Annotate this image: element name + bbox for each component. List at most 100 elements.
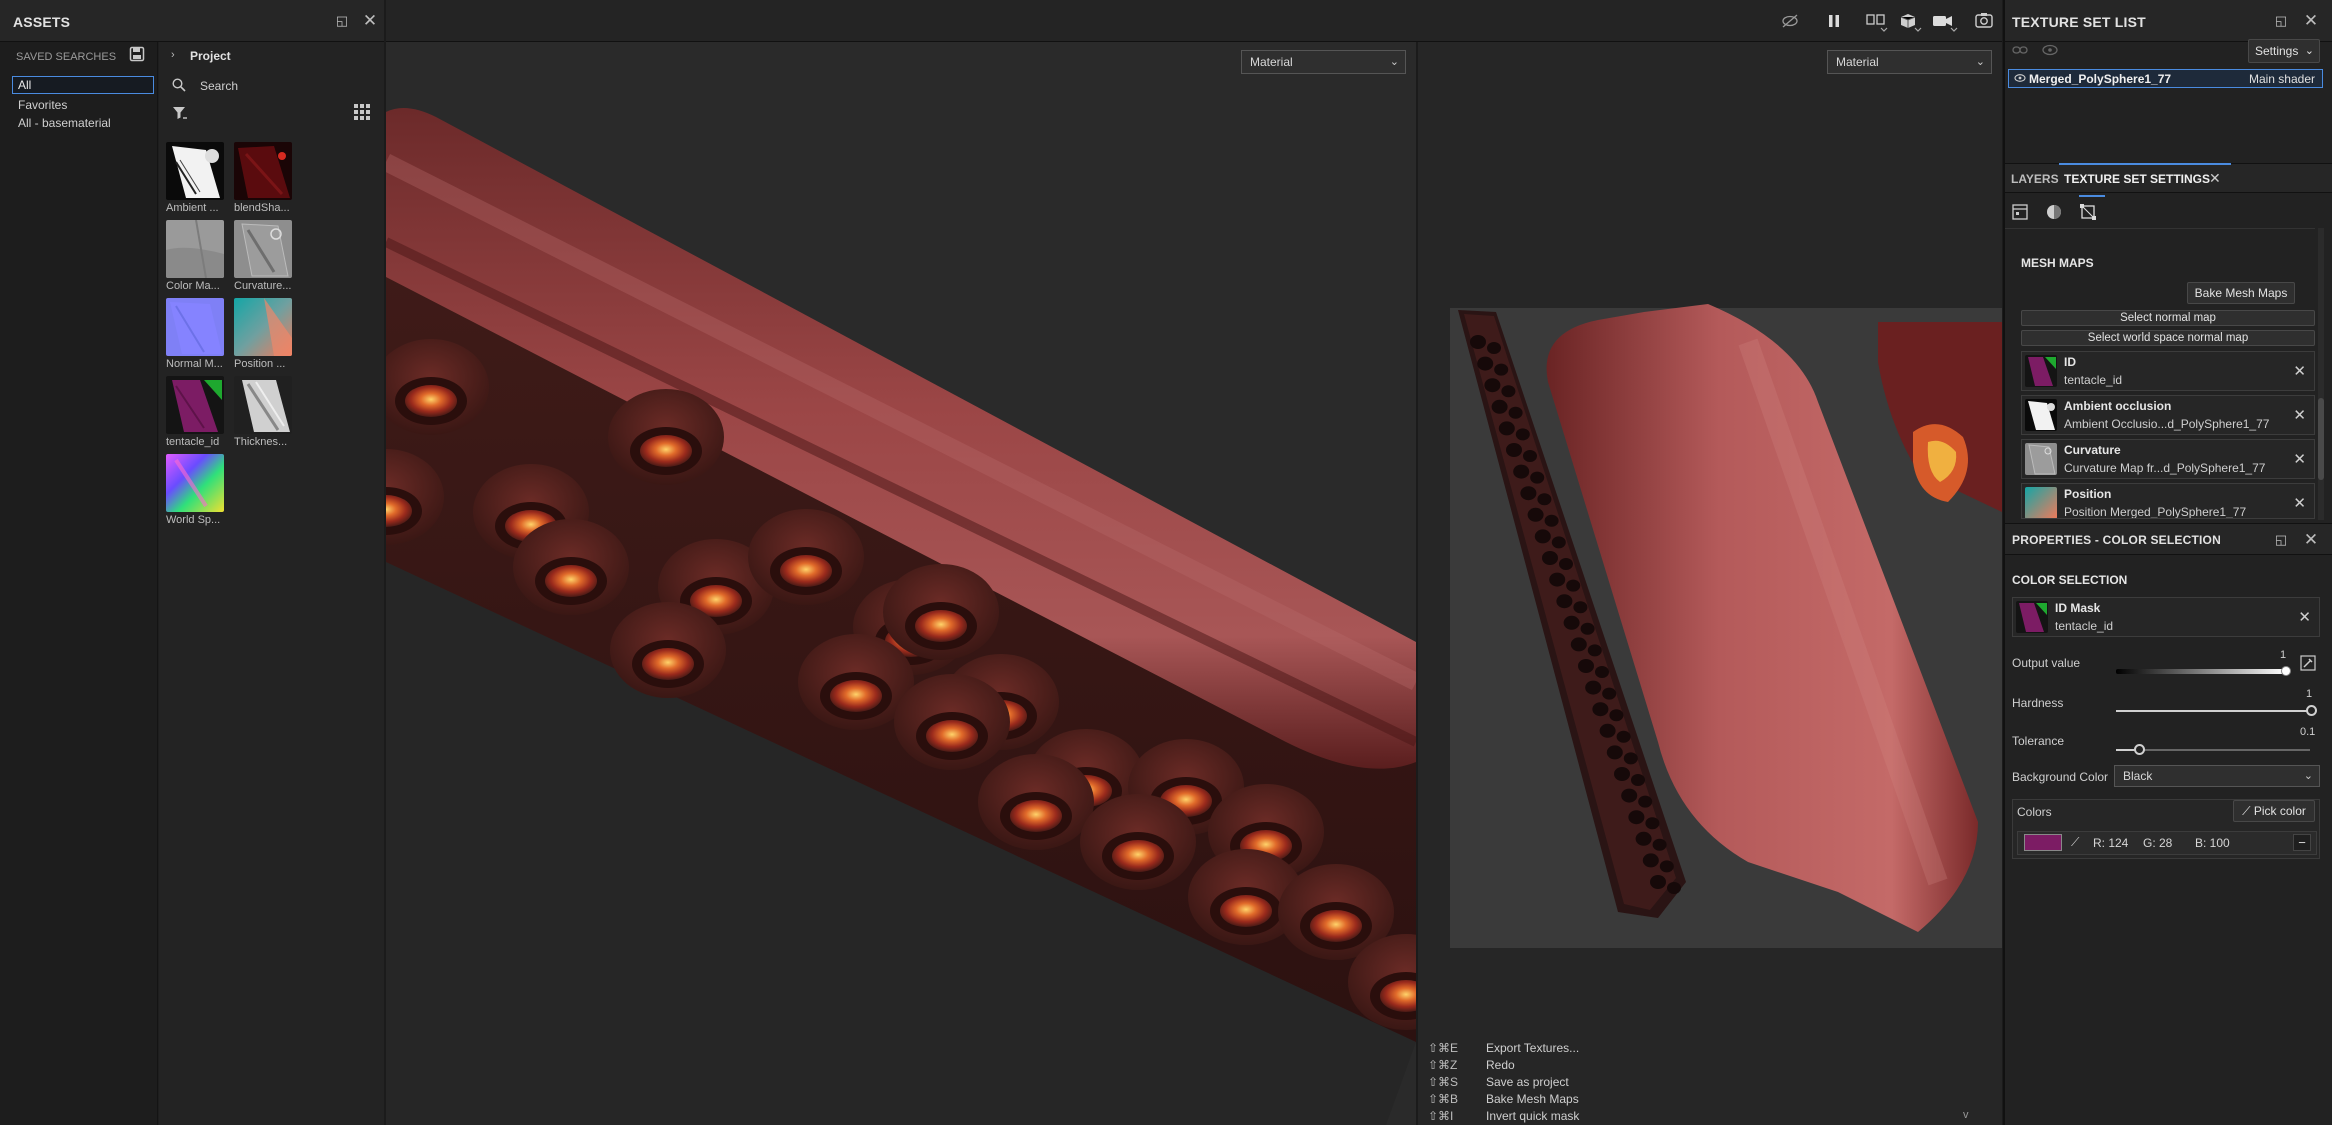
remove-color-icon[interactable]: − [2293,834,2311,851]
texture-set-row[interactable]: Merged_PolySphere1_77 Main shader [2008,69,2323,88]
sucker-hole [1513,464,1530,479]
remove-icon[interactable]: ✕ [2293,362,2306,380]
tab-texture-set-settings[interactable]: TEXTURE SET SETTINGS [2064,172,2210,186]
sucker-glow [1310,910,1362,942]
select-world-normal-map-button[interactable]: Select world space normal map [2021,330,2315,346]
viewport-2d[interactable] [1418,42,2002,1125]
mesh-map-id[interactable]: ID tentacle_id ✕ [2021,351,2315,391]
select-normal-map-button[interactable]: Select normal map [2021,310,2315,326]
remove-icon[interactable]: ✕ [2293,406,2306,424]
shortcut-save-as[interactable]: ⇧⌘S Save as project [1428,1075,1569,1089]
sucker-hole [1551,536,1566,549]
shortcut-invert-mask[interactable]: ⇧⌘I Invert quick mask [1428,1109,1579,1123]
hardness-handle[interactable] [2306,705,2317,716]
normal-map-icon [166,298,224,356]
shortcut-bake[interactable]: ⇧⌘B Bake Mesh Maps [1428,1092,1579,1106]
hardness-slider[interactable] [2116,710,2310,712]
left-viewport-mode-dropdown[interactable]: Material ⌄ [1241,50,1406,74]
settings-dropdown[interactable]: Settings ⌄ [2248,39,2320,63]
search-icon [172,78,186,92]
output-value-slider[interactable] [2116,669,2286,674]
tolerance-slider[interactable] [2116,749,2310,751]
pick-color-button[interactable]: ⟋ Pick color [2233,800,2315,822]
pause-icon[interactable] [1827,13,1841,29]
texture-set-properties-icon[interactable] [2012,204,2028,220]
asset-thumbnail[interactable]: World Sp... [166,454,232,526]
asset-search-input[interactable]: Search [200,79,238,93]
sucker-hole [1544,514,1559,527]
asset-thumbnail[interactable]: tentacle_id [166,376,232,448]
sucker-hole [1523,450,1537,462]
shortcut-redo[interactable]: ⇧⌘Z Redo [1428,1058,1515,1072]
sucker-glow [545,565,597,597]
output-value-handle[interactable] [2281,666,2291,676]
screenshot-icon[interactable] [1975,12,1993,28]
chevron-down-icon: ⌄ [2304,45,2314,57]
asset-thumbnail[interactable]: Thicknes... [234,376,300,448]
sucker-hole [1645,817,1660,830]
close-tab-icon[interactable]: ✕ [2209,170,2221,187]
id-mask-row[interactable]: ID Mask tentacle_id ✕ [2012,597,2320,637]
eye-icon[interactable] [2014,72,2026,84]
sucker-hole [1616,730,1631,743]
saved-search-basematerial[interactable]: All - basematerial [18,116,111,130]
bake-mesh-maps-button[interactable]: Bake Mesh Maps [2187,282,2295,304]
assets-title: ASSETS [13,14,71,30]
asset-thumbnail[interactable]: blendSha... [234,142,300,214]
hardness-label: Hardness [2012,696,2064,710]
remove-icon[interactable]: ✕ [2293,494,2306,512]
mesh-map-ambient-occlusion[interactable]: Ambient occlusion Ambient Occlusio...d_P… [2021,395,2315,435]
right-viewport-mode-dropdown[interactable]: Material ⌄ [1827,50,1992,74]
split-view-icon[interactable] [1866,12,1888,32]
sucker-hole [1515,428,1530,441]
tab-layers[interactable]: LAYERS [2011,172,2059,186]
color-r-value: R: 124 [2093,836,2129,850]
saved-search-favorites[interactable]: Favorites [18,98,67,112]
asset-thumbnail[interactable]: Ambient ... [166,142,232,214]
background-color-dropdown[interactable]: Black ⌄ [2114,765,2320,787]
status-expand-caret[interactable]: v [1963,1109,1969,1121]
mesh-maps-title: MESH MAPS [2021,256,2094,270]
saved-search-all[interactable]: All [12,76,154,94]
visibility-icon[interactable] [2042,44,2058,56]
undock-icon[interactable]: ◱ [332,11,352,31]
filter-icon[interactable] [172,106,188,120]
scrollbar-thumb[interactable] [2318,398,2324,480]
color-picker-icon[interactable] [2300,655,2316,671]
link-icon[interactable] [2012,44,2028,56]
grid-view-icon[interactable] [354,104,370,120]
viewport-3d[interactable] [386,42,1416,1125]
close-icon[interactable]: ✕ [360,11,380,31]
shortcut-export[interactable]: ⇧⌘E Export Textures... [1428,1041,1579,1055]
sucker-hole [1530,471,1545,484]
asset-thumbnail[interactable]: Color Ma... [166,220,232,292]
color-swatch[interactable] [2024,834,2062,851]
asset-thumbnail[interactable]: Normal M... [166,298,232,370]
sucker-hole [1491,399,1508,414]
sucker-glow [1220,895,1272,927]
close-icon[interactable]: ✕ [2301,11,2321,31]
hide-icon[interactable] [1781,13,1799,29]
asset-thumbnail[interactable]: Position ... [234,298,300,370]
tolerance-handle[interactable] [2134,744,2145,755]
remove-icon[interactable]: ✕ [2293,450,2306,468]
mesh-maps-icon[interactable] [2080,204,2096,220]
sucker-hole [1650,875,1666,889]
save-search-icon[interactable] [129,46,145,62]
close-icon[interactable]: ✕ [2301,530,2321,550]
mesh-map-curvature[interactable]: Curvature Curvature Map fr...d_PolySpher… [2021,439,2315,479]
mesh-map-position[interactable]: Position Position Merged_PolySphere1_77 … [2021,483,2315,519]
remove-icon[interactable]: ✕ [2298,608,2311,626]
undock-icon[interactable]: ◱ [2271,11,2291,31]
undock-icon[interactable]: ◱ [2271,530,2291,550]
chevron-right-icon[interactable]: › [171,49,175,61]
cube-icon[interactable] [1900,12,1922,32]
background-color-value: Black [2123,769,2153,783]
shader-name[interactable]: Main shader [2249,72,2315,86]
eyedropper-icon[interactable]: ⟋ [2071,835,2079,850]
asset-thumbnail[interactable]: Curvature... [234,220,300,292]
camera-icon[interactable] [1932,12,1958,32]
ambient-occlusion-map-icon [166,142,224,200]
shader-ball-icon[interactable] [2046,204,2062,220]
sucker-hole [1595,666,1609,678]
